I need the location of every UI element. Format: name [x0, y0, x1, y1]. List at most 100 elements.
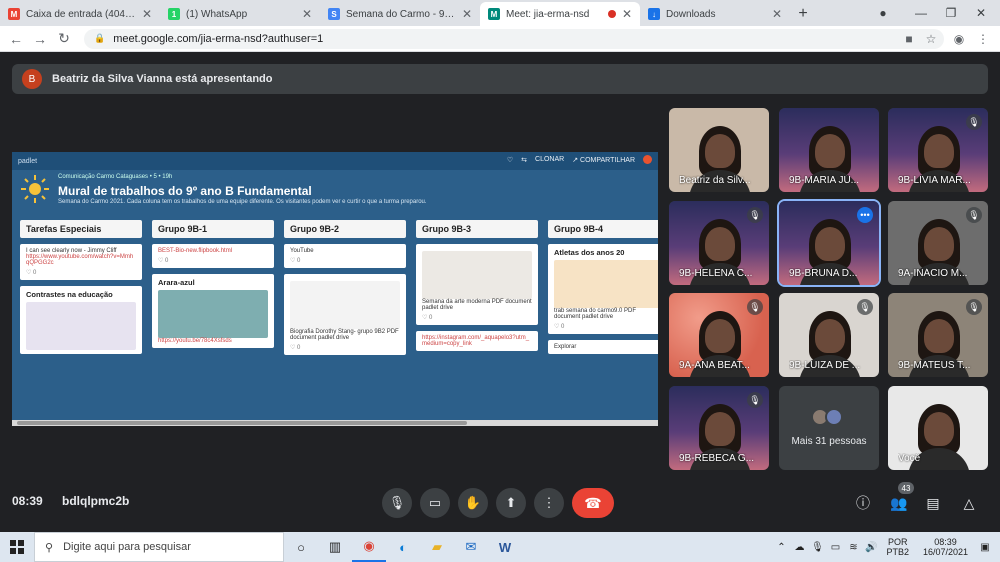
meeting-info-icon[interactable]: ⓘ: [850, 490, 876, 516]
post-likes[interactable]: ♡ 0: [422, 314, 532, 321]
post-image: [422, 251, 532, 299]
padlet-post[interactable]: Biografia Dorothy Stang- grupo 9B2 PDF d…: [284, 274, 406, 355]
padlet-post[interactable]: https://instagram.com/_aquapelo3?utm_med…: [416, 331, 538, 351]
cortana-icon[interactable]: ○: [284, 532, 318, 562]
close-tab-icon[interactable]: ✕: [622, 7, 632, 21]
participant-tile[interactable]: 🎙 9B-MATEUS T...: [888, 293, 988, 377]
edge-icon[interactable]: ◐: [386, 532, 420, 562]
participant-tile[interactable]: 🎙 9B-LUIZA DE ...: [779, 293, 879, 377]
new-tab-icon[interactable]: +: [790, 2, 816, 26]
padlet-post[interactable]: Atletas dos anos 20 trab semana do carmo9…: [548, 244, 658, 334]
padlet-columns: Tarefas Especiais I can see clearly now -…: [20, 220, 658, 426]
present-screen-button[interactable]: ⬆: [496, 488, 526, 518]
post-link[interactable]: https://youtu.be/78c4Xsfsds: [158, 338, 268, 344]
url-input[interactable]: 🔒 meet.google.com/jia-erma-nsd?authuser=…: [84, 28, 944, 49]
post-link[interactable]: https://instagram.com/_aquapelo3?utm_med…: [422, 335, 532, 347]
padlet-action[interactable]: CLONAR: [535, 156, 564, 163]
padlet-user-avatar[interactable]: [643, 155, 652, 164]
taskbar-search-input[interactable]: ⚲ Digite aqui para pesquisar: [34, 532, 284, 562]
post-likes[interactable]: ♡ 0: [158, 257, 268, 264]
padlet-post[interactable]: Semana da arte moderna PDF document padl…: [416, 244, 538, 325]
raise-hand-button[interactable]: ✋: [458, 488, 488, 518]
muted-mic-icon: 🎙: [747, 392, 763, 408]
mic-tray-icon[interactable]: 🎙: [810, 542, 824, 553]
maximize-icon[interactable]: ❐: [936, 0, 966, 26]
browser-tab[interactable]: M Meet: jia-erma-nsd ✕: [480, 2, 640, 26]
mail-icon[interactable]: ✉: [454, 532, 488, 562]
post-likes[interactable]: ♡ 0: [290, 257, 400, 264]
camera-permission-icon[interactable]: ■: [898, 26, 920, 52]
volume-icon[interactable]: 🔊: [864, 542, 878, 553]
activities-icon[interactable]: △: [956, 490, 982, 516]
meet-icon: M: [488, 8, 500, 20]
wifi-icon[interactable]: ≋: [846, 542, 860, 553]
padlet-column: Tarefas Especiais I can see clearly now -…: [20, 220, 142, 426]
participant-tile[interactable]: 🎙 9B-REBECA G...: [669, 386, 769, 470]
participant-tile[interactable]: 9B-MARIA JÚ...: [779, 108, 879, 192]
padlet-post[interactable]: Arara-azul https://youtu.be/78c4Xsfsds: [152, 274, 274, 348]
participant-tile[interactable]: 🎙 9A-INÁCIO M...: [888, 201, 988, 285]
padlet-post[interactable]: I can see clearly now - Jimmy Cliff https…: [20, 244, 142, 280]
microphone-button[interactable]: 🎙: [382, 488, 412, 518]
post-link[interactable]: https://www.youtube.com/watch?v=MmhqQPGG…: [26, 254, 136, 266]
taskbar-clock[interactable]: 08:39 16/07/2021: [923, 537, 968, 557]
close-tab-icon[interactable]: ✕: [302, 7, 312, 21]
post-likes[interactable]: ♡ 0: [26, 269, 136, 276]
post-likes[interactable]: ♡ 0: [554, 323, 658, 330]
padlet-scrollbar[interactable]: [12, 420, 658, 426]
padlet-post[interactable]: Explorar: [548, 340, 658, 354]
padlet-post[interactable]: YouTube ♡ 0: [284, 244, 406, 268]
windows-start-icon[interactable]: [0, 532, 34, 562]
participant-tile[interactable]: Você: [888, 386, 988, 470]
padlet-action[interactable]: ♡: [507, 156, 513, 164]
more-participants-tile[interactable]: Mais 31 pessoas: [779, 386, 879, 470]
show-hidden-icon[interactable]: ⌃: [774, 542, 788, 553]
participant-tile[interactable]: 🎙 9B-HELENA C...: [669, 201, 769, 285]
file-explorer-icon[interactable]: ▰: [420, 532, 454, 562]
padlet-post[interactable]: Contrastes na educação: [20, 286, 142, 354]
task-view-icon[interactable]: ▥: [318, 532, 352, 562]
tile-options-icon[interactable]: •••: [857, 207, 873, 223]
browser-tab[interactable]: S Semana do Carmo - 9º ano B ✕: [320, 2, 480, 26]
end-call-button[interactable]: ☎: [572, 488, 614, 518]
camera-button[interactable]: ▭: [420, 488, 450, 518]
padlet-action[interactable]: ↗ COMPARTILHAR: [572, 156, 635, 164]
battery-icon[interactable]: ▭: [828, 542, 842, 553]
notifications-icon[interactable]: ▣: [978, 542, 992, 553]
reload-icon[interactable]: ↻: [52, 27, 76, 51]
chrome-icon[interactable]: ◉: [352, 532, 386, 562]
browser-tab[interactable]: 1 (1) WhatsApp ✕: [160, 2, 320, 26]
padlet-action[interactable]: ⇆: [521, 156, 527, 164]
padlet-post[interactable]: BEST-Bio-new.flipbook.html ♡ 0: [152, 244, 274, 268]
shared-screen[interactable]: padlet ♡ ⇆ CLONAR ↗ COMPARTILHAR Comunicaçã…: [12, 152, 658, 426]
participant-tile[interactable]: 🎙 9B-LIVIA MAR...: [888, 108, 988, 192]
close-window-icon[interactable]: ✕: [966, 0, 996, 26]
column-header: Grupo 9B-1: [152, 220, 274, 238]
profile-menu-icon[interactable]: ●: [868, 0, 898, 26]
more-options-button[interactable]: ⋮: [534, 488, 564, 518]
address-bar: ← → ↻ 🔒 meet.google.com/jia-erma-nsd?aut…: [0, 26, 1000, 52]
padlet-column: Grupo 9B-2 YouTube ♡ 0 Biografia Dorothy St…: [284, 220, 406, 426]
system-tray: ⌃ ☁ 🎙 ▭ ≋ 🔊 POR PTB2 08:39 16/07/2021 ▣: [772, 532, 1000, 562]
post-link[interactable]: BEST-Bio-new.flipbook.html: [158, 248, 268, 254]
participant-name: 9A-ANA BEAT...: [679, 360, 750, 371]
browser-tab[interactable]: M Caixa de entrada (404) - joac ✕: [0, 2, 160, 26]
participant-tile[interactable]: 🎙 9A-ANA BEAT...: [669, 293, 769, 377]
account-avatar-icon[interactable]: ◉: [948, 26, 970, 52]
minimize-icon[interactable]: —: [906, 0, 936, 26]
language-indicator[interactable]: POR PTB2: [886, 537, 909, 557]
close-tab-icon[interactable]: ✕: [772, 7, 782, 21]
chat-icon[interactable]: ▤: [920, 490, 946, 516]
back-icon[interactable]: ←: [4, 27, 28, 51]
browser-menu-icon[interactable]: ⋮: [972, 26, 994, 52]
post-likes[interactable]: ♡ 0: [290, 344, 400, 351]
forward-icon[interactable]: →: [28, 27, 52, 51]
close-tab-icon[interactable]: ✕: [462, 7, 472, 21]
bookmark-star-icon[interactable]: ☆: [920, 26, 942, 52]
close-tab-icon[interactable]: ✕: [142, 7, 152, 21]
word-icon[interactable]: W: [488, 532, 522, 562]
browser-tab[interactable]: ↓ Downloads ✕: [640, 2, 790, 26]
participant-tile[interactable]: ••• 9B-BRUNA D...: [777, 199, 881, 287]
cloud-icon[interactable]: ☁: [792, 542, 806, 553]
participant-tile[interactable]: Beatriz da Silv...: [669, 108, 769, 192]
